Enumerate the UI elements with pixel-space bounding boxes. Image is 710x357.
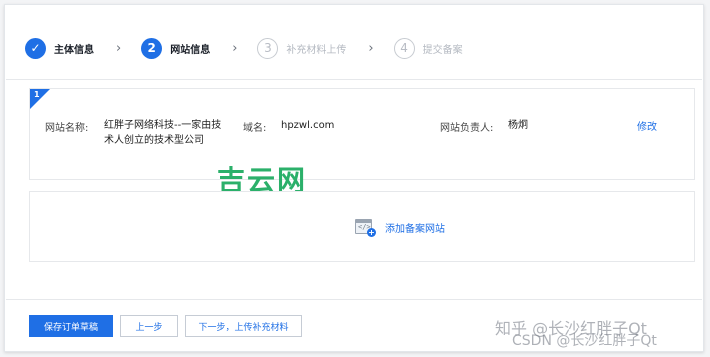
chevron-right-icon: › xyxy=(116,40,122,56)
domain-label: 域名: xyxy=(243,123,267,134)
check-icon: ✓ xyxy=(25,37,46,59)
step-label: 补充材料上传 xyxy=(286,44,347,56)
site-name-label: 网站名称: xyxy=(45,123,89,134)
step-entity-info[interactable]: ✓ 主体信息 xyxy=(25,37,94,59)
index-corner-badge xyxy=(30,89,50,109)
plus-icon: + xyxy=(367,228,376,237)
edit-link[interactable]: 修改 xyxy=(637,118,657,133)
step-submit-filing: 4 提交备案 xyxy=(393,37,463,59)
site-name-line: 术人创立的技术型公司 xyxy=(104,135,204,146)
domain-value: hpzwl.com xyxy=(281,120,335,131)
step-number: 2 xyxy=(141,37,163,59)
divider xyxy=(6,79,702,80)
step-number: 3 xyxy=(257,37,279,59)
owner-label: 网站负责人: xyxy=(440,123,494,134)
progress-stepper: ✓ 主体信息 › 2 网站信息 › 3 补充材料上传 › 4 提交备案 xyxy=(25,35,463,61)
csdn-watermark: CSDN @长沙红胖子Qt xyxy=(512,333,657,349)
site-name-value: 红胖子网络科技--一家由技 术人创立的技术型公司 xyxy=(104,118,221,148)
add-website-card: </> + 添加备案网站 xyxy=(29,191,695,262)
step-website-info[interactable]: 2 网站信息 xyxy=(141,37,211,59)
step-upload-materials: 3 补充材料上传 xyxy=(257,37,347,59)
step-label: 网站信息 xyxy=(170,44,211,56)
owner-value: 杨炯 xyxy=(508,120,528,131)
step-number: 4 xyxy=(393,37,415,59)
chevron-right-icon: › xyxy=(232,40,238,56)
add-filing-site-button[interactable]: </> + 添加备案网站 xyxy=(355,217,445,237)
add-filing-site-label: 添加备案网站 xyxy=(385,223,445,235)
icp-filing-panel: ✓ 主体信息 › 2 网站信息 › 3 补充材料上传 › 4 提交备案 1 网站… xyxy=(4,4,704,352)
save-draft-button[interactable]: 保存订单草稿 xyxy=(29,315,113,337)
previous-step-button[interactable]: 上一步 xyxy=(120,315,178,337)
next-step-upload-button[interactable]: 下一步，上传补充材料 xyxy=(185,315,302,337)
chevron-right-icon: › xyxy=(368,40,374,56)
step-label: 提交备案 xyxy=(422,44,463,56)
divider xyxy=(6,299,702,300)
website-info-card: 1 网站名称: 红胖子网络科技--一家由技 术人创立的技术型公司 域名: hpz… xyxy=(29,88,695,180)
card-index: 1 xyxy=(34,90,40,99)
site-name-line: 红胖子网络科技--一家由技 xyxy=(104,120,222,131)
step-label: 主体信息 xyxy=(54,44,94,56)
add-website-icon: </> + xyxy=(355,217,377,237)
